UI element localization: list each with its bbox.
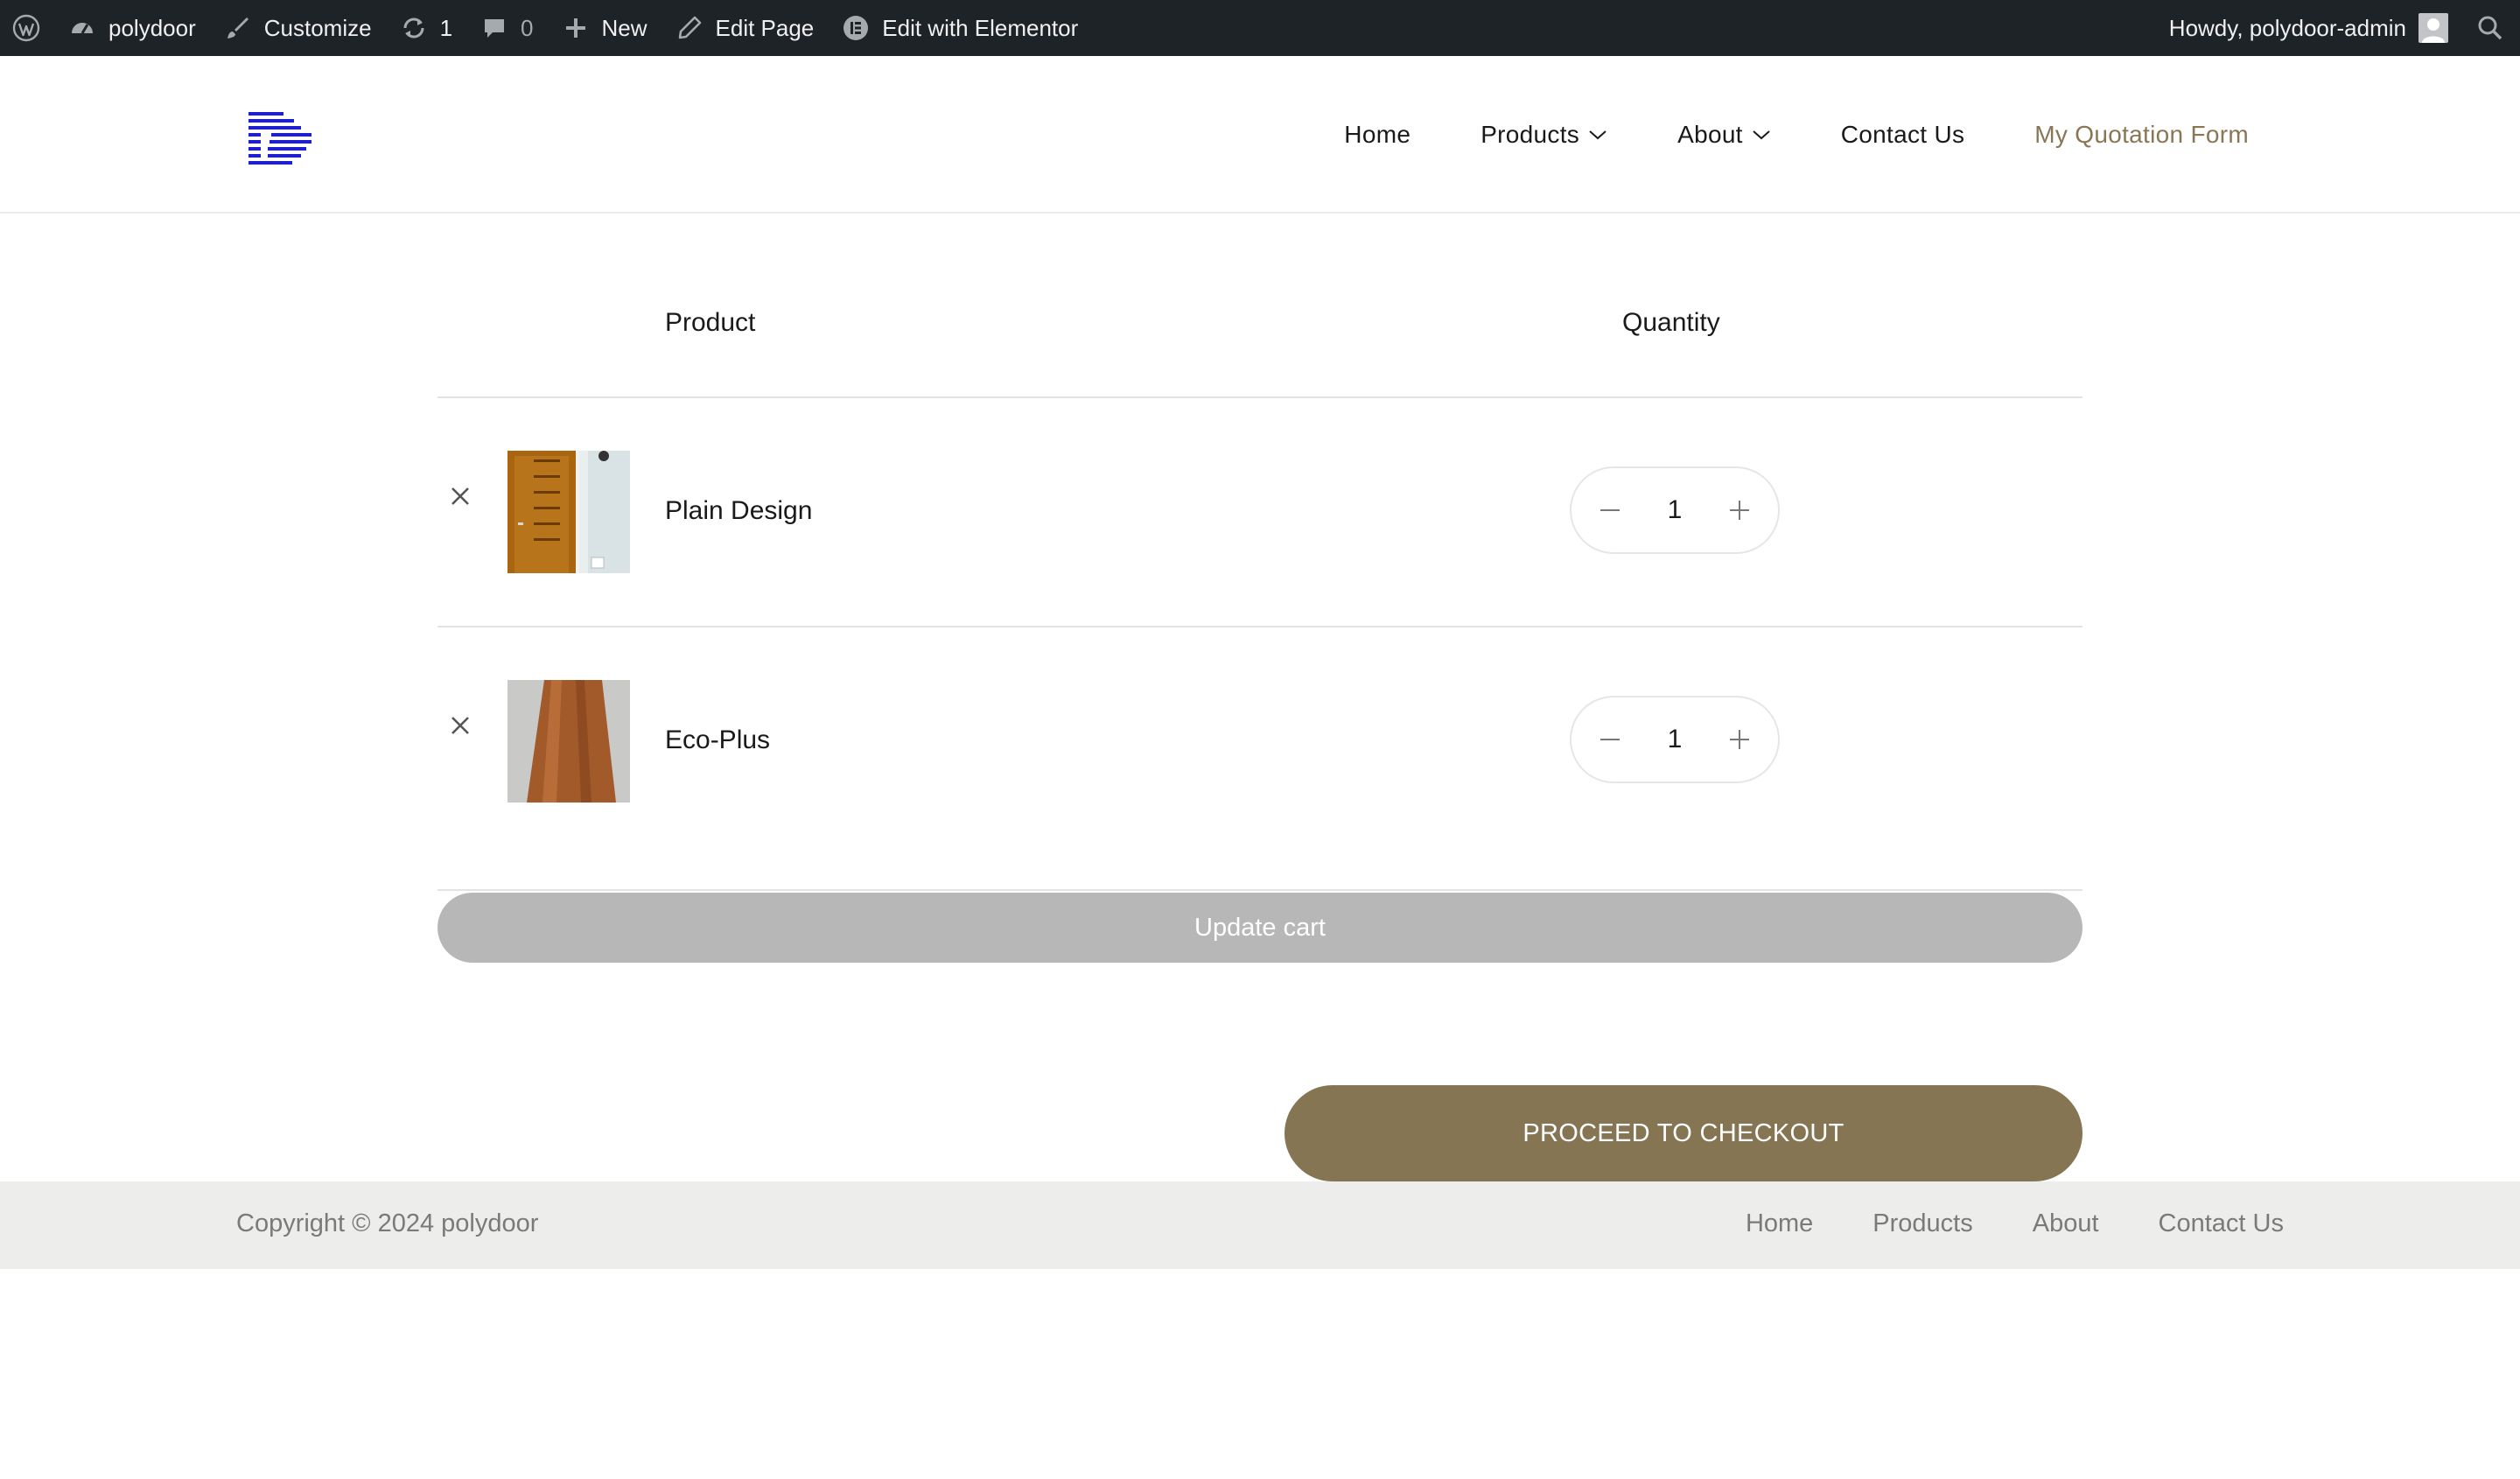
nav-products-label: Products: [1480, 121, 1580, 148]
footer-link-home[interactable]: Home: [1746, 1209, 1813, 1238]
column-header-quantity: Quantity: [1622, 308, 1720, 337]
plus-icon: [1730, 501, 1749, 520]
site-name-menu[interactable]: polydoor: [54, 0, 210, 56]
updates-link[interactable]: 1: [386, 0, 466, 56]
nav-contact[interactable]: Contact Us: [1841, 121, 1965, 149]
site-footer: Copyright © 2024 polydoor Home Products …: [0, 1181, 2520, 1269]
footer-link-contact[interactable]: Contact Us: [2159, 1209, 2284, 1238]
customize-link[interactable]: Customize: [210, 0, 386, 56]
howdy-label: Howdy, polydoor-admin: [2168, 14, 2406, 41]
footer-nav: Home Products About Contact Us: [1746, 1209, 2284, 1238]
elementor-icon: [842, 14, 870, 42]
remove-item-icon[interactable]: [450, 715, 471, 736]
site-logo[interactable]: [248, 109, 313, 165]
search-toggle[interactable]: [2462, 0, 2520, 56]
comments-count: 0: [521, 14, 534, 41]
new-content-menu[interactable]: New: [548, 0, 662, 56]
dashboard-icon: [68, 14, 96, 42]
minus-icon: [1600, 739, 1620, 740]
quote-cart: Product Quantity Plain Design 1 Eco-Plus…: [438, 263, 2082, 890]
decrease-quantity-button[interactable]: [1594, 494, 1626, 526]
polydoor-logo-icon: [248, 112, 312, 165]
refresh-icon: [400, 14, 428, 42]
updates-count: 1: [439, 14, 453, 41]
decrease-quantity-button[interactable]: [1594, 724, 1626, 755]
brush-icon: [224, 14, 252, 42]
increase-quantity-button[interactable]: [1724, 494, 1755, 526]
chevron-down-icon: [1752, 129, 1771, 141]
site-header: Home Products About Contact Us My Quotat…: [0, 56, 2520, 214]
quantity-stepper: 1: [1570, 466, 1780, 554]
quantity-value[interactable]: 1: [1648, 495, 1701, 525]
quantity-stepper: 1: [1570, 696, 1780, 783]
nav-about[interactable]: About: [1677, 121, 1771, 149]
door-image-icon: [508, 451, 630, 573]
plus-icon: [562, 14, 590, 42]
cart-item-row: Eco-Plus 1: [438, 627, 2082, 890]
nav-about-label: About: [1677, 121, 1743, 148]
quantity-value[interactable]: 1: [1648, 725, 1701, 754]
minus-icon: [1600, 509, 1620, 511]
search-icon: [2476, 14, 2504, 42]
copyright-text: Copyright © 2024 polydoor: [236, 1209, 539, 1237]
nav-products[interactable]: Products: [1480, 121, 1607, 149]
cart-item-row: Plain Design 1: [438, 398, 2082, 627]
divider: [438, 889, 2082, 891]
footer-link-products[interactable]: Products: [1872, 1209, 1972, 1238]
footer-link-about[interactable]: About: [2033, 1209, 2099, 1238]
comments-link[interactable]: 0: [466, 0, 547, 56]
product-name-link[interactable]: Eco-Plus: [665, 725, 770, 755]
product-thumbnail[interactable]: [508, 680, 630, 803]
cart-header-row: Product Quantity: [438, 263, 2082, 398]
comment-icon: [480, 14, 508, 42]
pencil-icon: [676, 14, 704, 42]
admin-bar: polydoor Customize 1 0 New Edit Page Edi…: [0, 0, 2520, 56]
column-header-product: Product: [665, 308, 756, 337]
nav-home-label: Home: [1344, 121, 1411, 148]
edit-page-label: Edit Page: [715, 14, 815, 41]
plus-icon: [1730, 730, 1749, 749]
remove-item-icon[interactable]: [450, 486, 471, 507]
door-image-icon: [508, 680, 630, 803]
avatar: [2418, 13, 2448, 43]
product-thumbnail[interactable]: [508, 451, 630, 573]
main-nav: Home Products About Contact Us My Quotat…: [1274, 56, 2249, 214]
wordpress-menu[interactable]: [0, 0, 54, 56]
product-name-link[interactable]: Plain Design: [665, 496, 812, 526]
site-name-label: polydoor: [108, 14, 196, 41]
nav-quotation-form[interactable]: My Quotation Form: [2034, 121, 2249, 149]
nav-quotation-label: My Quotation Form: [2034, 121, 2249, 148]
update-cart-button[interactable]: Update cart: [438, 893, 2082, 963]
wordpress-icon: [12, 14, 40, 42]
customize-label: Customize: [263, 14, 372, 41]
new-label: New: [601, 14, 648, 41]
nav-contact-label: Contact Us: [1840, 121, 1965, 148]
edit-elementor-label: Edit with Elementor: [882, 14, 1079, 41]
edit-page-link[interactable]: Edit Page: [662, 0, 829, 56]
nav-home[interactable]: Home: [1344, 121, 1410, 149]
increase-quantity-button[interactable]: [1724, 724, 1755, 755]
chevron-down-icon: [1588, 129, 1607, 141]
proceed-to-checkout-button[interactable]: PROCEED TO CHECKOUT: [1284, 1085, 2082, 1181]
account-menu[interactable]: Howdy, polydoor-admin: [2155, 0, 2462, 56]
edit-elementor-link[interactable]: Edit with Elementor: [828, 0, 1092, 56]
